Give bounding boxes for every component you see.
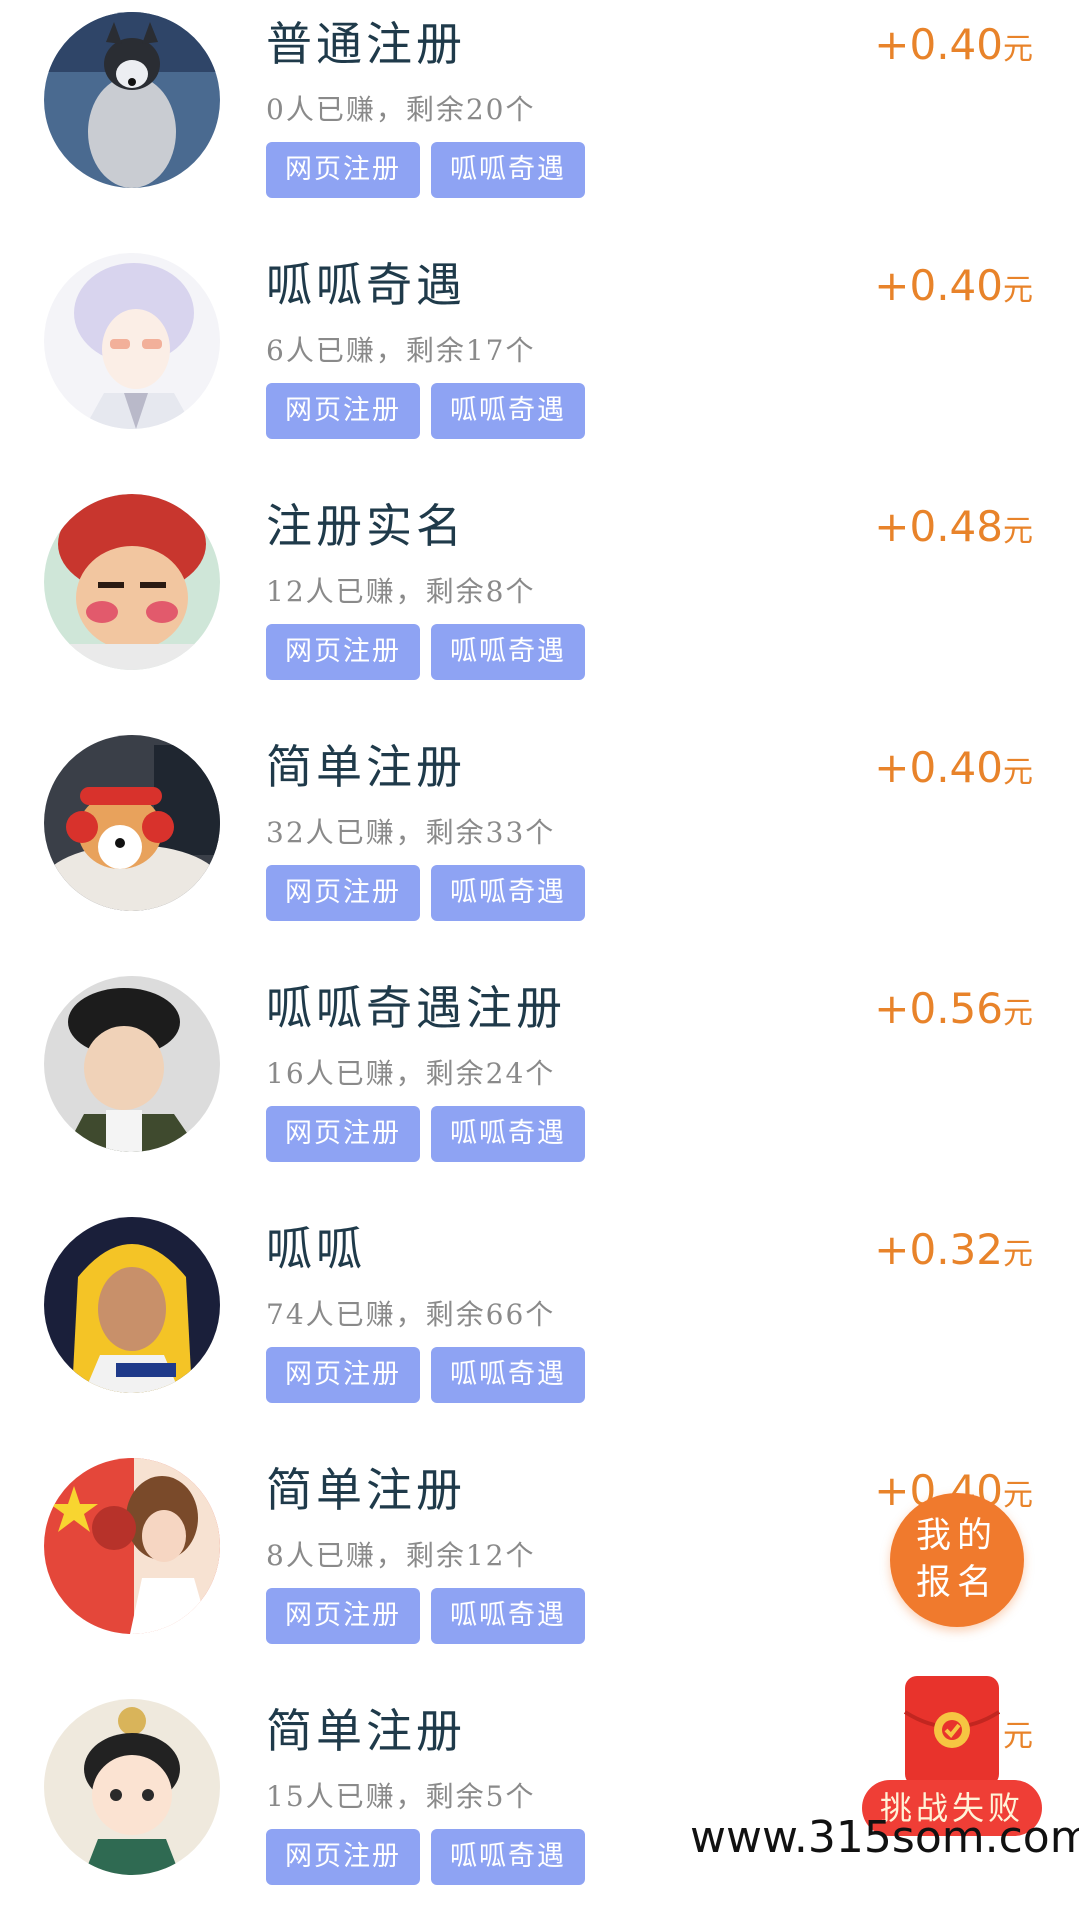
task-item[interactable]: 注册实名 12人已赚，剩余8个 网页注册 呱呱奇遇 +0.48元 <box>0 482 1079 722</box>
tag-web-signup[interactable]: 网页注册 <box>266 624 420 680</box>
tag-guagua[interactable]: 呱呱奇遇 <box>431 142 585 198</box>
task-item[interactable]: 普通注册 0人已赚，剩余20个 网页注册 呱呱奇遇 +0.40元 <box>0 0 1079 240</box>
tag-guagua[interactable]: 呱呱奇遇 <box>431 383 585 439</box>
cartoon-boy-avatar <box>44 1699 220 1875</box>
tag-guagua[interactable]: 呱呱奇遇 <box>431 1347 585 1403</box>
reward-amount: +0.56 <box>874 984 1003 1033</box>
reward-amount: +0.32 <box>874 1225 1003 1274</box>
reward-amount: +0.40 <box>874 261 1003 310</box>
reward-amount: +0.40 <box>874 20 1003 69</box>
task-reward: +0.48元 <box>874 502 1033 551</box>
athlete-hood-avatar <box>44 1217 220 1393</box>
tag-web-signup[interactable]: 网页注册 <box>266 865 420 921</box>
task-item[interactable]: 简单注册 32人已赚，剩余33个 网页注册 呱呱奇遇 +0.40元 <box>0 723 1079 963</box>
task-reward: +0.40元 <box>874 20 1033 69</box>
reward-amount: +0.48 <box>874 502 1003 551</box>
my-signup-button[interactable]: 我的报名 <box>890 1493 1024 1627</box>
tag-guagua[interactable]: 呱呱奇遇 <box>431 865 585 921</box>
tag-guagua[interactable]: 呱呱奇遇 <box>431 1106 585 1162</box>
husky-penguin-avatar <box>44 12 220 188</box>
task-title: 普通注册 <box>266 17 466 71</box>
task-stats: 16人已赚，剩余24个 <box>266 1057 556 1090</box>
tag-guagua[interactable]: 呱呱奇遇 <box>431 1588 585 1644</box>
tag-web-signup[interactable]: 网页注册 <box>266 383 420 439</box>
task-reward: +0.40元 <box>874 261 1033 310</box>
tag-web-signup[interactable]: 网页注册 <box>266 1347 420 1403</box>
tag-web-signup[interactable]: 网页注册 <box>266 1106 420 1162</box>
tag-guagua[interactable]: 呱呱奇遇 <box>431 624 585 680</box>
reward-unit: 元 <box>1003 996 1033 1031</box>
reward-unit: 元 <box>1003 273 1033 308</box>
task-stats: 32人已赚，剩余33个 <box>266 816 556 849</box>
tag-guagua[interactable]: 呱呱奇遇 <box>431 1829 585 1885</box>
task-item[interactable]: 呱呱奇遇注册 16人已赚，剩余24个 网页注册 呱呱奇遇 +0.56元 <box>0 964 1079 1204</box>
task-stats: 74人已赚，剩余66个 <box>266 1298 556 1331</box>
cartoon-redhead-avatar <box>44 494 220 670</box>
task-item[interactable]: 呱呱奇遇 6人已赚，剩余17个 网页注册 呱呱奇遇 +0.40元 <box>0 241 1079 481</box>
watermark: www.315som.com <box>690 1812 1079 1863</box>
task-stats: 0人已赚，剩余20个 <box>266 93 536 126</box>
reward-unit: 元 <box>1003 755 1033 790</box>
corgi-headphones-avatar <box>44 735 220 911</box>
task-reward: +0.32元 <box>874 1225 1033 1274</box>
task-reward: +0.40元 <box>874 743 1033 792</box>
reward-unit: 元 <box>1003 1478 1033 1513</box>
reward-unit: 元 <box>1003 514 1033 549</box>
reward-amount: +0.40 <box>874 743 1003 792</box>
tag-web-signup[interactable]: 网页注册 <box>266 1588 420 1644</box>
reward-unit: 元 <box>1003 1237 1033 1272</box>
task-title: 呱呱 <box>266 1222 366 1276</box>
reward-unit: 元 <box>1003 32 1033 67</box>
flag-girl-avatar <box>44 1458 220 1634</box>
task-title: 呱呱奇遇注册 <box>266 981 566 1035</box>
task-stats: 12人已赚，剩余8个 <box>266 575 536 608</box>
task-reward: +0.56元 <box>874 984 1033 1033</box>
tag-web-signup[interactable]: 网页注册 <box>266 142 420 198</box>
child-beanie-avatar <box>44 976 220 1152</box>
task-stats: 8人已赚，剩余12个 <box>266 1539 536 1572</box>
task-stats: 15人已赚，剩余5个 <box>266 1780 536 1813</box>
red-packet-icon <box>903 1676 1001 1786</box>
task-title: 简单注册 <box>266 740 466 794</box>
anime-boy-avatar <box>44 253 220 429</box>
task-title: 呱呱奇遇 <box>266 258 466 312</box>
tag-web-signup[interactable]: 网页注册 <box>266 1829 420 1885</box>
task-item[interactable]: 呱呱 74人已赚，剩余66个 网页注册 呱呱奇遇 +0.32元 <box>0 1205 1079 1445</box>
task-title: 简单注册 <box>266 1463 466 1517</box>
task-title: 简单注册 <box>266 1704 466 1758</box>
my-signup-label: 我的报名 <box>915 1515 998 1603</box>
task-stats: 6人已赚，剩余17个 <box>266 334 536 367</box>
task-title: 注册实名 <box>266 499 466 553</box>
